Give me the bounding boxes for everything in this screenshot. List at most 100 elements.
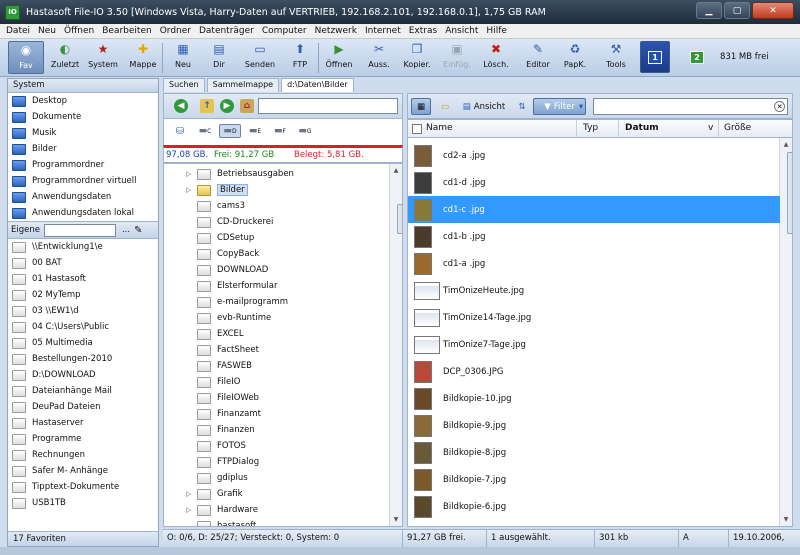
favorite-item[interactable]: Bestellungen-2010 <box>8 351 158 367</box>
tree-item[interactable]: ▷ Betriebsausgaben <box>186 166 294 182</box>
system-button[interactable]: ★ System <box>86 41 120 74</box>
file-row[interactable]: Bildkopie-9.jpg <box>408 412 780 439</box>
tree-item[interactable]: ▷ Bilder <box>186 182 248 198</box>
favorite-item[interactable]: 05 Multimedia <box>8 335 158 351</box>
expand-arrow-icon[interactable]: ▷ <box>186 170 194 178</box>
favorite-item[interactable]: 03 \\EW1\d <box>8 303 158 319</box>
column-size[interactable]: Größe <box>724 123 751 133</box>
file-row[interactable]: DCP_0306.JPG <box>408 358 780 385</box>
tree-item[interactable]: ▷ Grafik <box>186 486 243 502</box>
favorite-item[interactable]: Safer M- Anhänge <box>8 463 158 479</box>
clear-filter-icon[interactable]: ✕ <box>774 101 785 112</box>
tree-item[interactable]: cams3 <box>186 198 245 214</box>
menu-bearbeiten[interactable]: Bearbeiten <box>102 26 151 36</box>
minimize-button[interactable]: ▁ <box>696 2 722 19</box>
auss-button[interactable]: ✂ Auss. <box>364 41 394 74</box>
eigene-input[interactable] <box>43 223 116 237</box>
tree-item[interactable]: CopyBack <box>186 246 259 262</box>
tree-item[interactable]: FASWEB <box>186 358 252 374</box>
system-item[interactable]: Programmordner virtuell <box>8 173 158 189</box>
edit-pencil-icon[interactable]: ✎ <box>134 225 142 236</box>
file-row[interactable]: cd1-d .jpg <box>408 169 780 196</box>
favorite-item[interactable]: Tipptext-Dokumente <box>8 479 158 495</box>
eigene-browse-button[interactable]: ... <box>122 225 130 235</box>
tree-item[interactable]: CD-Druckerei <box>186 214 273 230</box>
thumbnail-view-icon[interactable]: ▦ <box>411 98 431 115</box>
expand-arrow-icon[interactable]: ▷ <box>186 186 194 194</box>
favorite-item[interactable]: Dateianhänge Mail <box>8 383 158 399</box>
editor-button[interactable]: ✎ Editor <box>522 41 554 74</box>
tab-1[interactable]: Sammelmappe <box>206 78 280 92</box>
senden-button[interactable]: ▭ Senden <box>243 41 277 74</box>
ffnen-button[interactable]: ▶ Öffnen <box>322 41 356 74</box>
tree-scrollbar[interactable]: ▲ ▼ <box>389 164 402 526</box>
menu-datei[interactable]: Datei <box>6 26 30 36</box>
favorite-item[interactable]: Programme <box>8 431 158 447</box>
neu-button[interactable]: ▦ Neu <box>168 41 198 74</box>
menu-extras[interactable]: Extras <box>409 26 437 36</box>
system-item[interactable]: Anwendungsdaten <box>8 189 158 205</box>
drive-c-icon[interactable]: ▬ C <box>194 124 216 138</box>
dir-button[interactable]: ▤ Dir <box>204 41 234 74</box>
favorite-item[interactable]: 01 Hastasoft <box>8 271 158 287</box>
file-row[interactable]: cd1-a .jpg <box>408 250 780 277</box>
lsch-button[interactable]: ✖ Lösch. <box>479 41 513 74</box>
favorite-item[interactable]: 02 MyTemp <box>8 287 158 303</box>
menu-neu[interactable]: Neu <box>38 26 56 36</box>
menu-ansicht[interactable]: Ansicht <box>445 26 478 36</box>
file-row[interactable]: cd1-c .jpg <box>408 196 780 223</box>
drive-2-button[interactable]: 2 <box>682 41 712 73</box>
ftp-button[interactable]: ⬆ FTP <box>286 41 314 74</box>
favorite-item[interactable]: USB1TB <box>8 495 158 511</box>
file-row[interactable]: Bildkopie-10.jpg <box>408 385 780 412</box>
file-row[interactable]: cd2-a .jpg <box>408 142 780 169</box>
tree-item[interactable]: gdiplus <box>186 470 248 486</box>
drive-1-button[interactable]: 1 <box>640 41 670 73</box>
menu-datentrger[interactable]: Datenträger <box>199 26 254 36</box>
file-list-scrollbar[interactable]: ▲ ▼ <box>779 138 792 526</box>
einfg-button[interactable]: ▣ Einfüg. <box>440 41 474 74</box>
favorite-item[interactable]: DeuPad Dateien <box>8 399 158 415</box>
tree-item[interactable]: Elsterformular <box>186 278 278 294</box>
kopier-button[interactable]: ❐ Kopier. <box>398 41 436 74</box>
menu-internet[interactable]: Internet <box>365 26 401 36</box>
filter-options-icon[interactable]: ▾ <box>573 98 589 115</box>
close-button[interactable]: ✕ <box>752 2 794 19</box>
tree-item[interactable]: DOWNLOAD <box>186 262 268 278</box>
tree-item[interactable]: e-mailprogramm <box>186 294 288 310</box>
folder-path-input[interactable] <box>258 98 398 114</box>
column-date[interactable]: Datum <box>625 123 659 133</box>
tree-item[interactable]: evb-Runtime <box>186 310 271 326</box>
sort-icon[interactable]: ⇅ <box>514 98 530 115</box>
folder-up-icon[interactable]: ↑ <box>200 99 214 113</box>
tab-2[interactable]: d:\Daten\Bilder <box>281 78 354 92</box>
scroll-up-icon[interactable]: ▲ <box>391 165 401 176</box>
menu-hilfe[interactable]: Hilfe <box>486 26 506 36</box>
scroll-down-icon[interactable]: ▼ <box>781 514 791 525</box>
mappe-button[interactable]: ✚ Mappe <box>127 41 159 74</box>
system-item[interactable]: Programmordner <box>8 157 158 173</box>
menu-ordner[interactable]: Ordner <box>160 26 191 36</box>
tree-item[interactable]: FTPDialog <box>186 454 259 470</box>
ansicht-button[interactable]: ▤ Ansicht <box>458 98 510 115</box>
tree-item[interactable]: EXCEL <box>186 326 244 342</box>
maximize-button[interactable]: ▢ <box>724 2 750 19</box>
tree-item[interactable]: FactSheet <box>186 342 259 358</box>
file-row[interactable]: TimOnize7-Tage.jpg <box>408 331 780 358</box>
tree-item[interactable]: CDSetup <box>186 230 254 246</box>
column-name[interactable]: Name <box>426 123 453 133</box>
select-all-checkbox[interactable] <box>412 124 422 134</box>
tree-item[interactable]: ▷ Hardware <box>186 502 258 518</box>
drive-e-icon[interactable]: ▬ E <box>244 124 266 138</box>
zuletzt-button[interactable]: ◐ Zuletzt <box>50 41 80 74</box>
favorite-item[interactable]: \\Entwicklung1\e <box>8 239 158 255</box>
column-type[interactable]: Typ <box>583 123 598 133</box>
drive-g-icon[interactable]: ▬ G <box>294 124 316 138</box>
tree-item[interactable]: hastasoft <box>186 518 256 526</box>
file-row[interactable]: Bildkopie-7.jpg <box>408 466 780 493</box>
system-item[interactable]: Dokumente <box>8 109 158 125</box>
favorite-item[interactable]: Rechnungen <box>8 447 158 463</box>
system-item[interactable]: Anwendungsdaten lokal <box>8 205 158 221</box>
papk-button[interactable]: ♻ PapK. <box>559 41 591 74</box>
tree-item[interactable]: Finanzen <box>186 422 255 438</box>
